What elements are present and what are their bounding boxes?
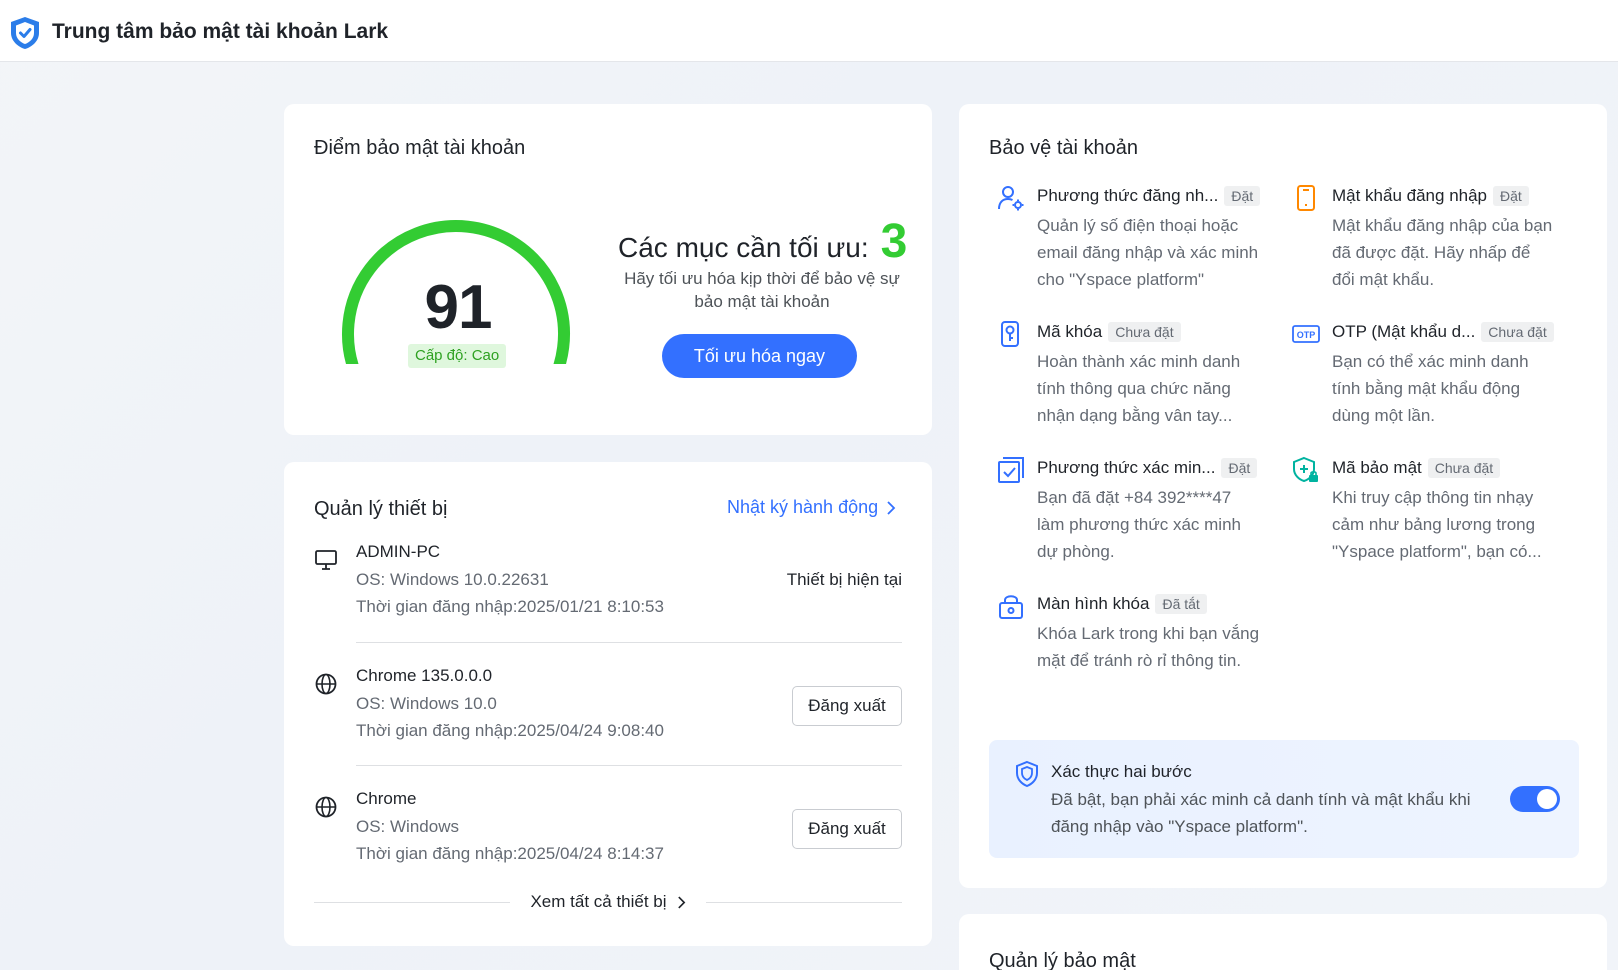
protection-item-backup-verification[interactable]: Phương thức xác min... Đặt Bạn đã đặt +8… xyxy=(997,456,1267,576)
logout-button[interactable]: Đăng xuất xyxy=(792,686,902,726)
status-badge: Chưa đặt xyxy=(1108,322,1181,342)
item-header: Mật khẩu đăng nhập Đặt xyxy=(1332,186,1529,206)
svg-text:OTP: OTP xyxy=(1297,330,1316,340)
globe-icon xyxy=(315,796,337,818)
item-name: Mã khóa xyxy=(1037,322,1103,341)
device-login-time: Thời gian đăng nhập:2025/04/24 9:08:40 xyxy=(356,721,664,740)
user-gear-icon xyxy=(998,186,1024,211)
top-bar: Trung tâm bảo mật tài khoản Lark xyxy=(0,0,1618,62)
item-name: OTP (Mật khẩu d... xyxy=(1332,322,1476,341)
item-name: Phương thức đăng nh... xyxy=(1037,186,1219,205)
status-badge: Đã tắt xyxy=(1155,594,1207,614)
status-badge: Đặt xyxy=(1221,458,1258,478)
device-os: OS: Windows 10.0 xyxy=(356,694,497,713)
shield-logo-icon xyxy=(11,17,39,49)
device-item: Chrome 135.0.0.0 OS: Windows 10.0 Thời g… xyxy=(314,666,902,746)
activity-log-label: Nhật ký hành động xyxy=(727,497,879,517)
verify-check-icon xyxy=(998,457,1024,483)
chevron-right-icon xyxy=(887,500,896,515)
divider xyxy=(705,901,903,903)
two-factor-description: Đã bật, bạn phải xác minh cả danh tính v… xyxy=(1051,790,1471,836)
item-header: Mã khóa Chưa đặt xyxy=(1037,322,1181,342)
status-badge: Chưa đặt xyxy=(1481,322,1554,342)
device-item: Chrome OS: Windows Thời gian đăng nhập:2… xyxy=(314,789,902,869)
optimize-heading: Các mục cần tối ưu: 3 xyxy=(618,214,907,269)
two-factor-title: Xác thực hai bước xyxy=(1051,762,1192,781)
see-all-label: Xem tất cả thiết bị xyxy=(530,892,667,911)
two-factor-toggle[interactable] xyxy=(1510,786,1560,812)
device-os: OS: Windows xyxy=(356,817,459,836)
monitor-icon xyxy=(315,550,337,570)
item-description: Hoàn thành xác minh danh tính thông qua … xyxy=(1037,352,1241,425)
device-login-time: Thời gian đăng nhập:2025/01/21 8:10:53 xyxy=(356,597,664,616)
item-name: Mã bảo mật xyxy=(1332,458,1422,477)
passkey-icon xyxy=(1001,321,1019,347)
lock-screen-icon xyxy=(999,595,1023,619)
optimize-now-button[interactable]: Tối ưu hóa ngay xyxy=(662,334,857,378)
item-description: Mật khẩu đăng nhập của bạn đã được đặt. … xyxy=(1332,216,1553,289)
security-score-card: Điểm bảo mật tài khoản 91 Cấp độ: Cao Cá… xyxy=(284,104,932,435)
protection-item-login-method[interactable]: Phương thức đăng nh... Đặt Quản lý số đi… xyxy=(997,184,1267,304)
score-level-badge: Cấp độ: Cao xyxy=(408,344,507,368)
device-name: ADMIN-PC xyxy=(356,542,441,561)
device-login-time: Thời gian đăng nhập:2025/04/24 8:14:37 xyxy=(356,844,664,863)
score-card-title: Điểm bảo mật tài khoản xyxy=(314,137,526,159)
security-code-icon xyxy=(1293,456,1318,483)
current-device-label: Thiết bị hiện tại xyxy=(786,570,902,589)
status-badge: Đặt xyxy=(1493,186,1529,206)
divider xyxy=(356,642,902,643)
globe-icon xyxy=(315,673,337,695)
item-header: Phương thức đăng nh... Đặt xyxy=(1037,186,1261,206)
device-name: Chrome xyxy=(356,789,417,808)
item-description: Bạn đã đặt +84 392****47 làm phương thức… xyxy=(1037,488,1241,561)
score-value: 91 xyxy=(424,273,493,342)
protection-card-title: Bảo vệ tài khoản xyxy=(989,137,1138,159)
page-title: Trung tâm bảo mật tài khoản Lark xyxy=(52,20,389,43)
protection-item-login-password[interactable]: Mật khẩu đăng nhập Đặt Mật khẩu đăng nhậ… xyxy=(1292,184,1562,304)
protection-item-lock-screen[interactable]: Màn hình khóa Đã tắt Khóa Lark trong khi… xyxy=(997,592,1267,712)
two-factor-auth-panel: Xác thực hai bước Đã bật, bạn phải xác m… xyxy=(989,740,1579,858)
device-item: ADMIN-PC OS: Windows 10.0.22631 Thời gia… xyxy=(314,542,902,622)
logout-button[interactable]: Đăng xuất xyxy=(792,809,902,849)
item-header: OTP (Mật khẩu d... Chưa đặt xyxy=(1332,322,1554,342)
protection-item-otp[interactable]: OTP OTP (Mật khẩu d... Chưa đặt Bạn có t… xyxy=(1292,320,1562,440)
security-management-title: Quản lý bảo mật xyxy=(989,950,1136,970)
toggle-knob xyxy=(1537,789,1557,809)
device-management-card: Quản lý thiết bị Nhật ký hành động ADMIN… xyxy=(284,462,932,946)
item-name: Phương thức xác min... xyxy=(1037,458,1216,477)
item-header: Phương thức xác min... Đặt xyxy=(1037,458,1258,478)
shield-icon xyxy=(1016,760,1038,788)
device-os: OS: Windows 10.0.22631 xyxy=(356,570,549,589)
activity-log-link[interactable]: Nhật ký hành động xyxy=(727,497,896,518)
item-name: Màn hình khóa xyxy=(1037,594,1150,613)
item-description: Khóa Lark trong khi bạn vắng mặt để trán… xyxy=(1037,624,1260,670)
protection-item-passkey[interactable]: Mã khóa Chưa đặt Hoàn thành xác minh dan… xyxy=(997,320,1267,440)
divider xyxy=(314,901,511,903)
account-protection-card: Bảo vệ tài khoản Phương thức đăng nh... … xyxy=(959,104,1607,888)
divider xyxy=(356,765,902,766)
security-management-card: Quản lý bảo mật xyxy=(959,914,1607,970)
item-name: Mật khẩu đăng nhập xyxy=(1332,186,1488,205)
item-header: Màn hình khóa Đã tắt xyxy=(1037,594,1207,614)
see-all-devices-link[interactable]: Xem tất cả thiết bị xyxy=(510,892,705,912)
protection-item-security-code[interactable]: Mã bảo mật Chưa đặt Khi truy cập thông t… xyxy=(1292,456,1562,576)
item-description: Bạn có thể xác minh danh tính bằng mật k… xyxy=(1332,352,1529,425)
item-header: Mã bảo mật Chưa đặt xyxy=(1332,458,1501,478)
item-description: Quản lý số điện thoại hoặc email đăng nh… xyxy=(1037,216,1259,289)
status-badge: Chưa đặt xyxy=(1427,458,1501,478)
optimize-description: Hãy tối ưu hóa kịp thời để bảo vệ sự bảo… xyxy=(624,269,900,311)
see-all-devices: Xem tất cả thiết bị xyxy=(314,890,903,914)
otp-icon: OTP xyxy=(1292,325,1320,343)
chevron-right-icon xyxy=(677,896,685,908)
item-description: Khi truy cập thông tin nhạy cảm như bảng… xyxy=(1332,488,1542,561)
device-name: Chrome 135.0.0.0 xyxy=(356,666,493,685)
optimize-count: 3 xyxy=(880,215,908,268)
phone-icon xyxy=(1297,185,1315,211)
optimize-label: Các mục cần tối ưu: xyxy=(618,232,869,263)
device-card-title: Quản lý thiết bị xyxy=(314,498,448,520)
status-badge: Đặt xyxy=(1224,186,1261,206)
